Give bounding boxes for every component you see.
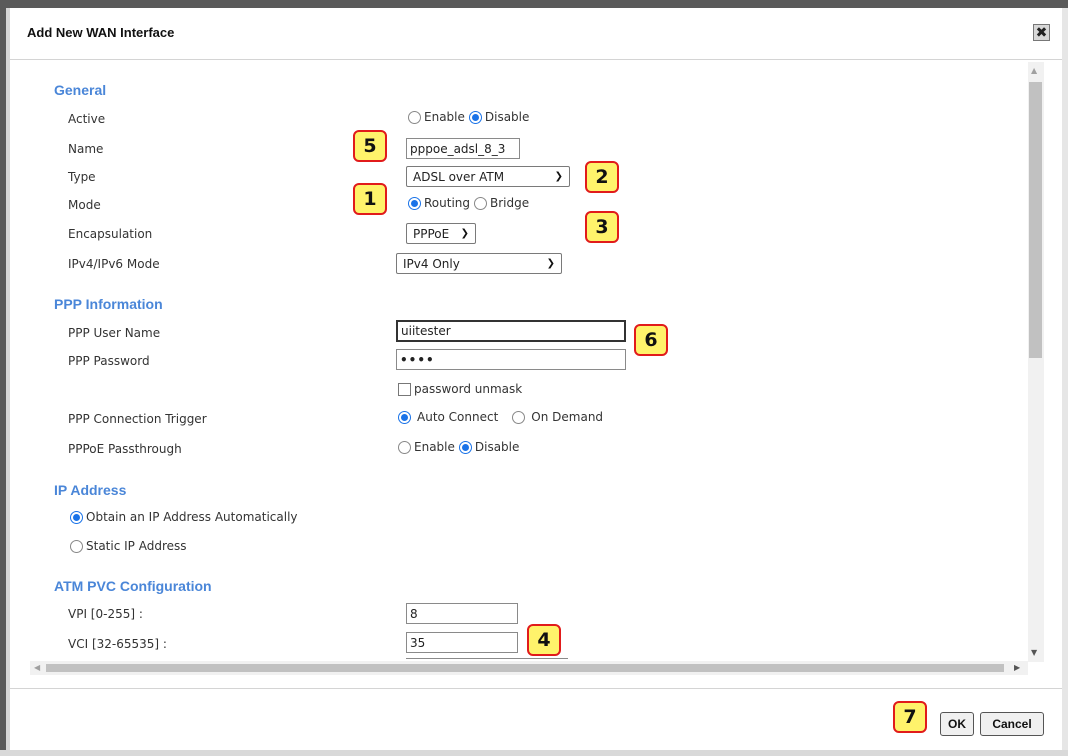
- active-enable-radio[interactable]: [408, 110, 421, 124]
- passthrough-radio-group: Enable Disable: [398, 440, 523, 454]
- ip-static-label: Static IP Address: [86, 539, 187, 553]
- mode-bridge-radio[interactable]: [474, 196, 488, 210]
- type-label: Type: [68, 170, 96, 184]
- dialog-frame-left-inner: [6, 8, 10, 756]
- type-select-value: ADSL over ATM: [413, 169, 505, 184]
- vertical-scrollbar[interactable]: ▲ ▼: [1028, 62, 1044, 662]
- callout-badge-6: 6: [634, 324, 668, 356]
- trigger-on-demand-label: On Demand: [531, 410, 604, 424]
- chevron-down-icon: ❯: [460, 228, 469, 239]
- callout-badge-5: 5: [353, 130, 387, 162]
- active-radio-group: Enable Disable: [408, 110, 533, 124]
- dialog-frame-right: [1062, 8, 1068, 756]
- ip-obtain-auto-radio[interactable]: [70, 510, 83, 524]
- callout-badge-2: 2: [585, 161, 619, 193]
- chevron-down-icon: ❯: [554, 171, 563, 182]
- active-disable-label: Disable: [484, 110, 530, 124]
- dialog-frame-top: [0, 0, 1068, 8]
- callout-badge-3: 3: [585, 211, 619, 243]
- ppp-user-name-label: PPP User Name: [68, 326, 161, 340]
- vertical-scroll-thumb[interactable]: [1029, 82, 1042, 358]
- ip-mode-select[interactable]: IPv4 Only ❯: [396, 253, 562, 274]
- name-label: Name: [68, 142, 104, 156]
- arrow-down-icon[interactable]: ▼: [1031, 648, 1037, 657]
- passthrough-disable-radio[interactable]: [458, 440, 472, 454]
- horizontal-scroll-thumb[interactable]: [46, 664, 1004, 672]
- name-field[interactable]: pppoe_adsl_8_3: [406, 138, 520, 159]
- ip-static-option: Static IP Address: [70, 539, 191, 553]
- ip-mode-label: IPv4/IPv6 Mode: [68, 257, 160, 271]
- horizontal-scrollbar[interactable]: ◀ ▶: [30, 661, 1028, 675]
- section-ppp-heading: PPP Information: [54, 296, 163, 312]
- active-label: Active: [68, 112, 106, 126]
- cancel-button[interactable]: Cancel: [980, 712, 1044, 736]
- arrow-right-icon[interactable]: ▶: [1014, 663, 1020, 672]
- callout-badge-7: 7: [893, 701, 927, 733]
- password-unmask-label: password unmask: [414, 382, 523, 396]
- mode-routing-radio[interactable]: [408, 196, 421, 210]
- ip-mode-select-value: IPv4 Only: [403, 256, 460, 271]
- ppp-password-label: PPP Password: [68, 354, 150, 368]
- active-disable-radio[interactable]: [468, 110, 482, 124]
- trigger-on-demand-radio[interactable]: [512, 410, 526, 424]
- dialog-content: General Active Enable Disable Name pppoe…: [30, 62, 1030, 662]
- chevron-down-icon: ❯: [546, 258, 555, 269]
- ip-obtain-auto-option: Obtain an IP Address Automatically: [70, 510, 302, 524]
- section-atm-pvc-heading: ATM PVC Configuration: [54, 578, 212, 594]
- password-unmask-toggle: password unmask: [398, 382, 526, 396]
- encapsulation-select-value: PPPoE: [413, 226, 450, 241]
- encapsulation-select[interactable]: PPPoE ❯: [406, 223, 476, 244]
- vpi-field[interactable]: 8: [406, 603, 518, 624]
- mode-radio-group: Routing Bridge: [408, 196, 533, 210]
- ip-obtain-auto-label: Obtain an IP Address Automatically: [86, 510, 298, 524]
- encapsulation-label: Encapsulation: [68, 227, 153, 241]
- close-icon[interactable]: ✖: [1033, 24, 1050, 41]
- footer-divider: [10, 688, 1062, 689]
- trigger-auto-connect-radio[interactable]: [398, 410, 411, 424]
- type-select[interactable]: ADSL over ATM ❯: [406, 166, 570, 187]
- callout-badge-4: 4: [527, 624, 561, 656]
- mode-label: Mode: [68, 198, 101, 212]
- dialog-title: Add New WAN Interface: [27, 25, 175, 40]
- vci-field[interactable]: 35: [406, 632, 518, 653]
- callout-badge-1: 1: [353, 183, 387, 215]
- ip-static-radio[interactable]: [70, 539, 83, 553]
- ppp-trigger-radio-group: Auto Connect On Demand: [398, 410, 607, 424]
- pppoe-passthrough-label: PPPoE Passthrough: [68, 442, 182, 456]
- arrow-left-icon[interactable]: ◀: [34, 663, 40, 672]
- ppp-password-field[interactable]: ••••: [396, 349, 626, 370]
- vci-label: VCI [32-65535] :: [68, 637, 167, 651]
- dialog-title-bar: Add New WAN Interface ✖: [10, 8, 1062, 60]
- trigger-auto-connect-label: Auto Connect: [417, 410, 499, 424]
- ppp-trigger-label: PPP Connection Trigger: [68, 412, 207, 426]
- section-ip-address-heading: IP Address: [54, 482, 127, 498]
- passthrough-enable-radio[interactable]: [398, 440, 411, 454]
- ppp-user-name-field[interactable]: uiitester: [396, 320, 626, 342]
- add-wan-interface-dialog: Add New WAN Interface ✖ General Active E…: [0, 0, 1068, 756]
- vpi-label: VPI [0-255] :: [68, 607, 143, 621]
- mode-routing-label: Routing: [424, 196, 471, 210]
- password-unmask-checkbox[interactable]: [398, 382, 411, 396]
- next-field-edge: [406, 658, 568, 659]
- mode-bridge-label: Bridge: [490, 196, 530, 210]
- arrow-up-icon[interactable]: ▲: [1031, 66, 1037, 75]
- section-general-heading: General: [54, 82, 107, 98]
- active-enable-label: Enable: [424, 110, 465, 124]
- passthrough-enable-label: Enable: [414, 440, 455, 454]
- ok-button[interactable]: OK: [940, 712, 974, 736]
- passthrough-disable-label: Disable: [474, 440, 520, 454]
- dialog-frame-bottom: [0, 750, 1068, 756]
